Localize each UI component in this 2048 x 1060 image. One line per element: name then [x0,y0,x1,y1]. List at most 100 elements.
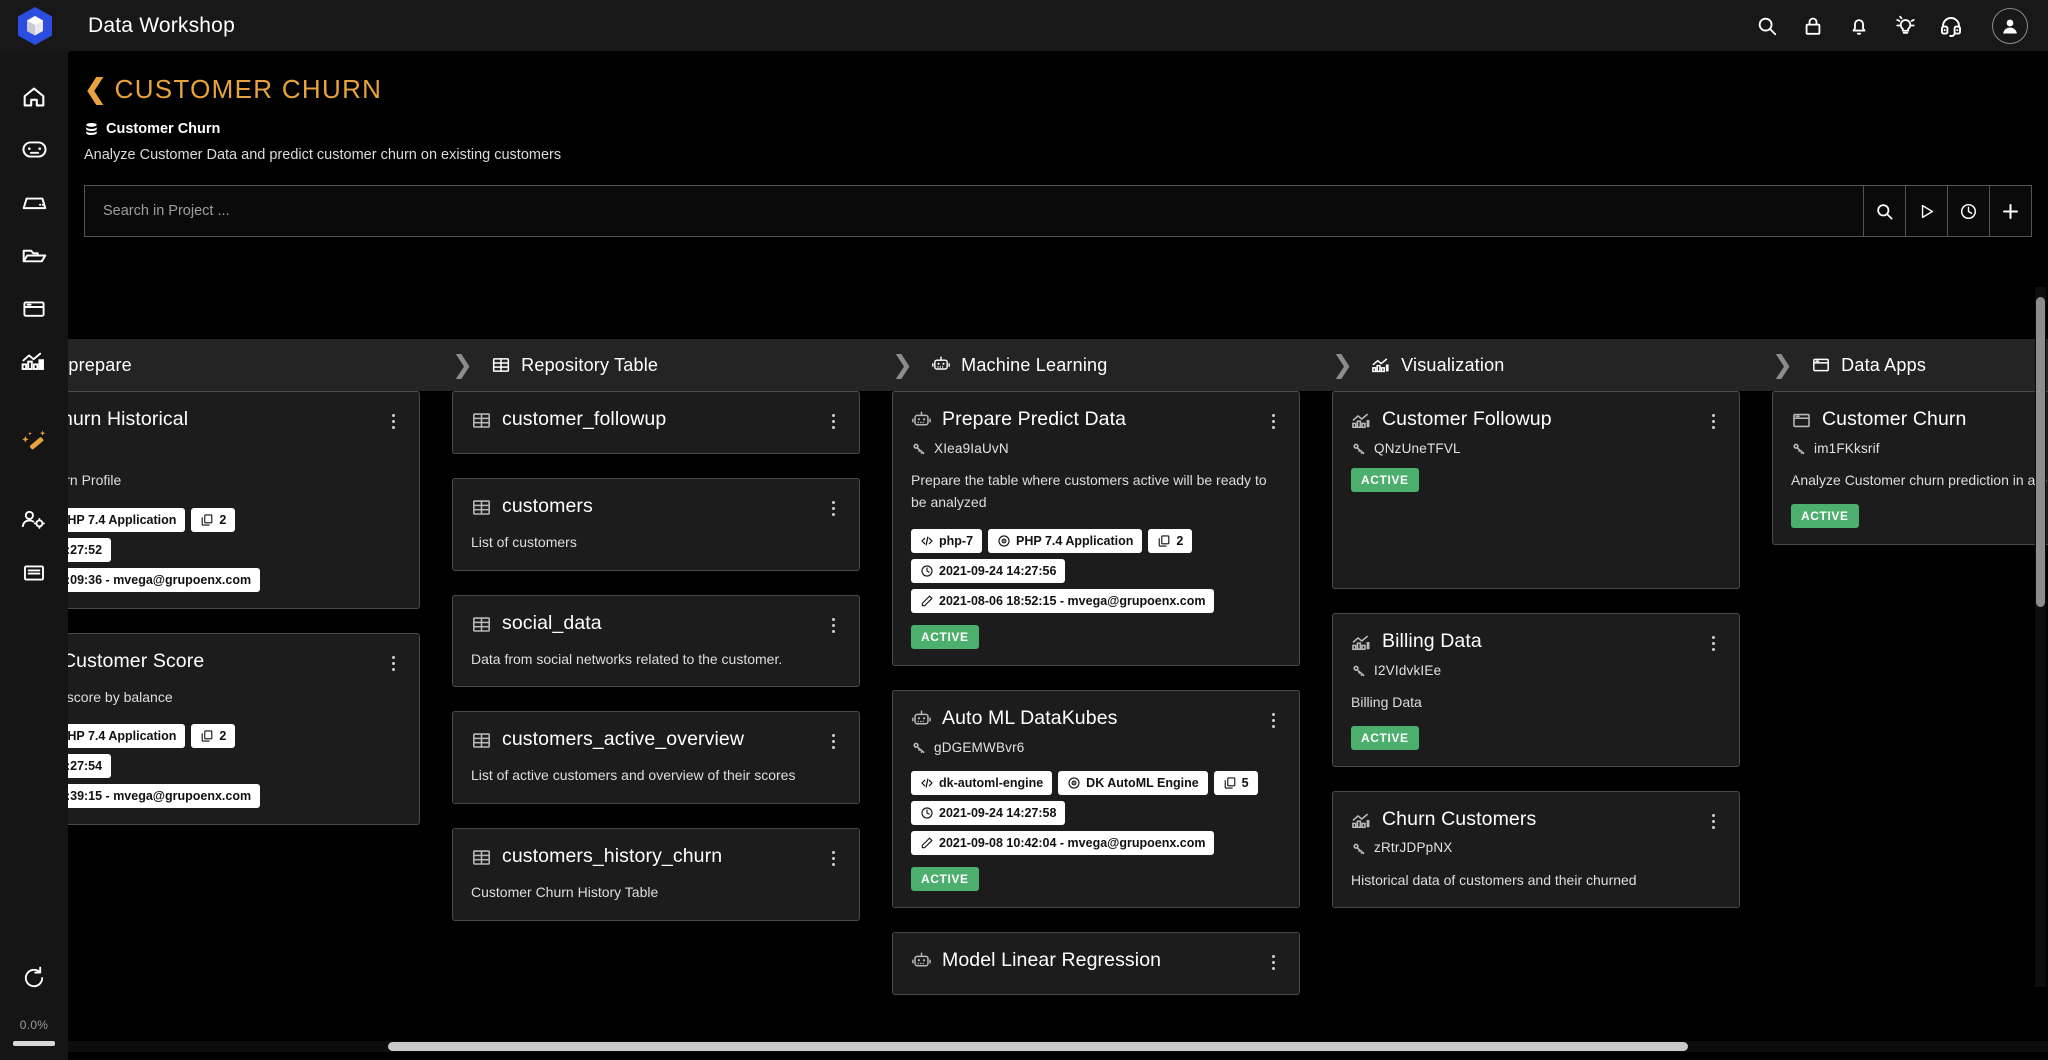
search-input[interactable] [85,186,1863,236]
card[interactable]: Auto ML DataKubes gDGEMWBvr6 dk-automl-eng… [892,690,1300,909]
card-description: omer score by balance [68,688,173,705]
lock-icon[interactable] [1790,0,1836,52]
refresh-icon[interactable] [0,951,68,1004]
card[interactable]: Customer Followup QNzUneTFVL ACTIVE [1332,391,1740,589]
card[interactable]: Billing Data I2VIdvkIEe Billing Data ACTIVE [1332,613,1740,767]
sidebar-item-projects[interactable] [0,229,68,282]
card-menu-button[interactable] [385,650,401,671]
card-menu-button[interactable] [825,728,841,750]
key-icon [913,443,925,455]
card-menu-button[interactable] [825,495,841,516]
card-menu-button[interactable] [1265,949,1281,971]
status-badge: ACTIVE [911,625,979,650]
app-logo[interactable] [0,0,70,52]
card-tag[interactable]: 2 [191,724,236,749]
search-icon[interactable] [1744,0,1790,52]
card-tags: PHP 7.4 Application 2 [68,724,401,749]
card[interactable]: Model Linear Regression [892,932,1300,996]
search-icon [1877,203,1893,219]
table-icon [473,616,490,632]
analytics-chart-icon [1352,413,1370,429]
headset-icon[interactable] [1928,0,1974,52]
card-key: im1FKksrif [1791,440,2048,456]
clock-icon [1960,203,1977,219]
sidebar-item-data-workshop[interactable] [0,414,68,467]
table-icon [473,413,490,428]
bell-icon[interactable] [1836,0,1882,52]
vertical-scrollbar[interactable] [2035,287,2046,987]
card-title: Prepare Predict Data [942,408,1127,430]
sidebar-item-users[interactable] [0,493,68,546]
card-tag[interactable]: PHP 7.4 Application [988,529,1143,554]
card-menu-button[interactable] [1265,707,1281,729]
horizontal-scroll-thumb[interactable] [388,1042,1688,1051]
table-icon [473,850,490,865]
card-header: customer_followup [471,408,841,431]
lightbulb-icon[interactable] [1882,0,1928,52]
column-icon-repository-table [491,355,511,375]
sidebar-item-dashboard[interactable] [0,123,68,176]
copy-icon [1159,535,1170,547]
card[interactable]: customers_active_overview List of active … [452,711,860,805]
back-button[interactable]: ❮ [84,76,107,103]
analytics-chart-icon [1352,635,1370,651]
column-title-transform: sform, prepare [68,354,132,375]
card-tag[interactable]: 2 [191,507,236,532]
card-key: QNzUneTFVL [1351,440,1721,456]
card-menu-button[interactable] [825,408,841,429]
card-meta: 4:27:54 [68,754,112,779]
sidebar-item-docs[interactable] [0,546,68,599]
card-tag[interactable]: DK AutoML Engine [1058,771,1208,796]
add-button[interactable] [1989,186,2031,236]
history-button[interactable] [1947,186,1989,236]
card[interactable]: Churn Customers zRtrJDPpNX Historical data… [1332,790,1740,909]
card-meta: 2021-09-24 14:27:56 [911,559,1066,584]
run-button[interactable] [1905,186,1947,236]
user-avatar[interactable] [1992,7,2028,44]
column-header-data-apps: ❯ Data Apps [1756,339,2048,391]
card[interactable]: social_data Data from social networks rel… [452,594,860,688]
card-header: hurn Historical [68,408,401,431]
card-tag[interactable]: 5 [1213,771,1258,796]
card-tag[interactable]: PHP 7.4 Application [68,507,186,532]
card-menu-button[interactable] [1705,808,1721,829]
card-title: hurn Historical [68,408,189,430]
folder-icon [22,249,46,263]
vertical-scroll-thumb[interactable] [2036,297,2045,607]
card-header: Customer Churn [1791,408,2048,431]
card-tag[interactable]: dk-automl-engine [911,771,1053,796]
card-menu-button[interactable] [1705,408,1721,429]
card-menu-button[interactable] [1705,630,1721,651]
card[interactable]: customers List of customers [452,478,860,571]
sidebar-item-apps[interactable] [0,282,68,335]
code-icon [921,536,933,546]
sidebar-item-home[interactable] [0,70,68,123]
card[interactable]: Prepare Predict Data XIea9IaUvN Prepare th… [892,391,1300,667]
card-menu-button[interactable] [1265,408,1281,429]
card[interactable]: hurn Historical Jr Churn Profile PHP 7.4 A… [68,391,420,609]
card[interactable]: customers_history_churn Customer Churn Hi… [452,828,860,921]
card-description: Historical data of customers and their c… [1351,871,1637,888]
card-title: social_data [502,611,602,634]
key-icon [1353,665,1365,677]
card[interactable]: Customer Score omer score by balance PHP 7… [68,632,420,826]
card-meta-row: 2021-09-08 10:42:04 - mvega@grupoenx.com [911,831,1281,856]
card-menu-button[interactable] [825,612,841,633]
progress-percent: 0.0% [19,1018,49,1032]
horizontal-scrollbar[interactable] [68,1041,2048,1052]
card-tag[interactable]: 2 [1148,529,1193,554]
sidebar-item-analytics[interactable] [0,335,68,388]
card-meta: 2021-09-08 10:42:04 - mvega@grupoenx.com [911,831,1215,856]
card-tag[interactable]: PHP 7.4 Application [68,724,186,749]
status-badge: ACTIVE [1351,468,1419,492]
card[interactable]: customer_followup [452,391,860,454]
cube-logo-icon [18,6,52,45]
card-meta-label: 4:27:52 [68,542,103,557]
search-button[interactable] [1863,186,1905,236]
card[interactable]: Customer Churn im1FKksrif Analyze Customer… [1772,391,2048,545]
sidebar-item-servers[interactable] [0,176,68,229]
card-tag[interactable]: php-7 [911,529,983,554]
card-menu-button[interactable] [825,845,841,867]
card-menu-button[interactable] [385,408,401,429]
card-meta-label: 2021-09-08 10:42:04 - mvega@grupoenx.com [939,836,1206,851]
